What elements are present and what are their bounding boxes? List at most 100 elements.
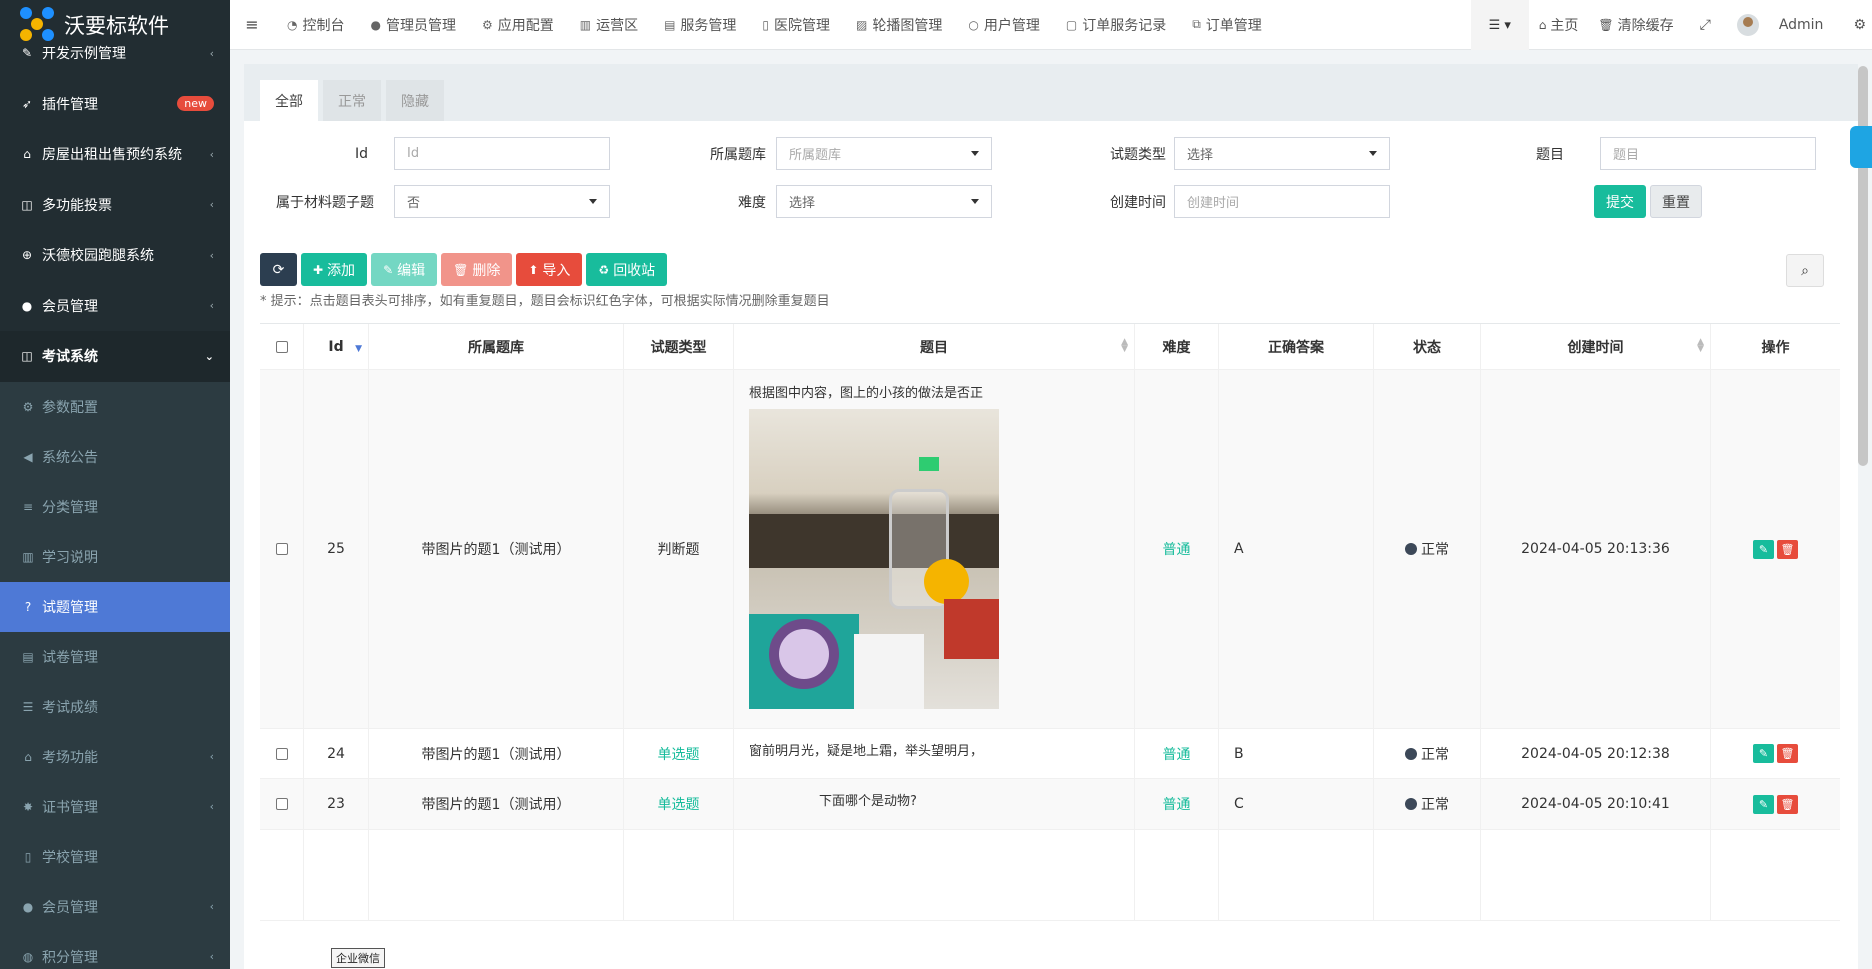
settings-icon[interactable]: ⚙ bbox=[1833, 17, 1872, 33]
sidebar-item-dev-examples[interactable]: ✎ 开发示例管理 ‹ bbox=[0, 28, 230, 79]
row-delete-button[interactable]: 🗑 bbox=[1777, 744, 1798, 763]
tab-normal[interactable]: 正常 bbox=[323, 80, 381, 121]
sidebar-item-members[interactable]: ● 会员管理 ‹ bbox=[0, 281, 230, 332]
refresh-button[interactable]: ⟳ bbox=[260, 253, 297, 286]
recycle-bin-button[interactable]: ♻ 回收站 bbox=[586, 253, 668, 286]
avatar bbox=[1736, 14, 1759, 36]
nav-carousel[interactable]: ▨ 轮播图管理 bbox=[843, 0, 955, 50]
row-status: 正常 bbox=[1421, 542, 1449, 558]
nav-users[interactable]: ○ 用户管理 bbox=[955, 0, 1052, 50]
tab-hidden[interactable]: 隐藏 bbox=[386, 80, 444, 121]
sidebar-item-voting[interactable]: ◫ 多功能投票 ‹ bbox=[0, 180, 230, 231]
add-button[interactable]: ✚ 添加 bbox=[301, 253, 368, 286]
row-checkbox[interactable] bbox=[275, 747, 288, 760]
col-difficulty[interactable]: 难度 bbox=[1135, 324, 1219, 369]
sidebar-subitem-params[interactable]: ⚙ 参数配置 bbox=[0, 381, 230, 432]
row-bank: 带图片的题1（测试用） bbox=[369, 729, 624, 778]
menu-dropdown-icon[interactable]: ☰ ▾ bbox=[1470, 0, 1529, 50]
nav-order-records[interactable]: ▢ 订单服务记录 bbox=[1053, 0, 1179, 50]
col-bank[interactable]: 所属题库 bbox=[369, 324, 624, 369]
col-id[interactable]: Id ▼ bbox=[304, 324, 369, 369]
nav-admins[interactable]: ● 管理员管理 bbox=[357, 0, 468, 50]
row-status-cell: 正常 bbox=[1374, 779, 1481, 829]
title-input[interactable]: 题目 bbox=[1600, 137, 1816, 170]
clone-icon: ⧉ bbox=[1192, 17, 1201, 31]
nav-hospitals[interactable]: ▯ 医院管理 bbox=[749, 0, 843, 50]
row-created: 2024-04-05 20:12:38 bbox=[1481, 729, 1711, 778]
sidebar-subitem-questions[interactable]: ? 试题管理 bbox=[0, 581, 230, 632]
reset-button[interactable]: 重置 bbox=[1650, 185, 1702, 218]
dashboard-icon: ◔ bbox=[287, 17, 298, 32]
sidebar-subitem-announcement[interactable]: ◀ 系统公告 bbox=[0, 431, 230, 482]
created-input[interactable]: 创建时间 bbox=[1174, 185, 1390, 218]
id-input[interactable]: Id bbox=[394, 137, 610, 170]
row-checkbox[interactable] bbox=[275, 798, 288, 810]
sort-icon: ▲ ▼ bbox=[1121, 337, 1128, 354]
hamburger-icon[interactable]: ≡ bbox=[230, 15, 274, 34]
sidebar-subitem-scores[interactable]: ☰ 考试成绩 bbox=[0, 681, 230, 732]
user-menu[interactable]: Admin bbox=[1727, 14, 1834, 36]
sidebar-subitem-schools[interactable]: ▯ 学校管理 bbox=[0, 831, 230, 882]
row-actions: ✎ 🗑 bbox=[1711, 370, 1840, 728]
sidebar-subitem-category[interactable]: ≡ 分类管理 bbox=[0, 481, 230, 532]
col-title[interactable]: 题目 ▲ ▼ bbox=[734, 324, 1135, 369]
edit-button[interactable]: ✎ 编辑 bbox=[371, 253, 438, 286]
type-select[interactable]: 选择 bbox=[1174, 137, 1390, 170]
sidebar-subitem-certificates[interactable]: ✸ 证书管理 ‹ bbox=[0, 781, 230, 832]
row-edit-button[interactable]: ✎ bbox=[1753, 794, 1774, 814]
nav-app-config[interactable]: ⚙ 应用配置 bbox=[469, 0, 567, 50]
sidebar-item-plugins[interactable]: ➶ 插件管理 new bbox=[0, 79, 230, 130]
row-edit-button[interactable]: ✎ bbox=[1753, 744, 1774, 763]
columns-icon: ◫ bbox=[21, 197, 33, 212]
row-bank: 带图片的题1（测试用） bbox=[369, 779, 624, 829]
nav-operation-area[interactable]: ▥ 运营区 bbox=[567, 0, 651, 50]
col-type[interactable]: 试题类型 bbox=[624, 324, 734, 369]
sidebar: 沃要标软件 ✎ 开发示例管理 ‹ ➶ 插件管理 new ⌂ 房屋出租出售预约系统 ‹ ◫ 多功… bbox=[0, 0, 230, 969]
recycle-icon: ♻ bbox=[598, 262, 610, 277]
select-all-checkbox[interactable] bbox=[275, 340, 288, 353]
import-button[interactable]: ⬆ 导入 bbox=[516, 253, 583, 286]
sidebar-subitem-points[interactable]: ◍ 积分管理 ‹ bbox=[0, 931, 230, 969]
row-edit-button[interactable]: ✎ bbox=[1753, 539, 1774, 559]
sidebar-subitem-members[interactable]: ● 会员管理 ‹ bbox=[0, 881, 230, 932]
tab-all[interactable]: 全部 bbox=[260, 80, 318, 121]
home-link[interactable]: ⌂ 主页 bbox=[1529, 15, 1589, 35]
material-select[interactable]: 否 bbox=[394, 185, 610, 218]
question-image[interactable] bbox=[749, 409, 999, 709]
sidebar-item-errand[interactable]: ⊕ 沃德校园跑腿系统 ‹ bbox=[0, 230, 230, 281]
user-icon: ● bbox=[21, 298, 33, 313]
row-select-cell bbox=[260, 370, 304, 728]
refresh-icon: ⟳ bbox=[272, 261, 285, 278]
col-status[interactable]: 状态 bbox=[1374, 324, 1481, 369]
sidebar-subitem-exam-room[interactable]: ⌂ 考场功能 ‹ bbox=[0, 731, 230, 782]
sidebar-item-housing[interactable]: ⌂ 房屋出租出售预约系统 ‹ bbox=[0, 129, 230, 180]
bank-select[interactable]: 所属题库 bbox=[776, 137, 992, 170]
col-created[interactable]: 创建时间 ▲ ▼ bbox=[1481, 324, 1711, 369]
search-icon: ⌕ bbox=[1801, 262, 1809, 279]
nav-services[interactable]: ▤ 服务管理 bbox=[651, 0, 749, 50]
col-answer[interactable]: 正确答案 bbox=[1219, 324, 1374, 369]
row-status: 正常 bbox=[1421, 797, 1449, 813]
cogs-icon: ⚙ bbox=[22, 399, 34, 414]
difficulty-label: 难度 bbox=[738, 194, 766, 211]
nav-orders[interactable]: ⧉ 订单管理 bbox=[1179, 0, 1275, 50]
difficulty-select[interactable]: 选择 bbox=[776, 185, 992, 218]
search-toggle-button[interactable]: ⌕ bbox=[1786, 254, 1824, 287]
sidebar-item-exam-system[interactable]: ◫ 考试系统 ⌄ bbox=[0, 331, 230, 382]
delete-button[interactable]: 🗑 删除 bbox=[441, 253, 513, 286]
chevron-left-icon: ‹ bbox=[209, 299, 214, 313]
select-all-cell bbox=[260, 324, 304, 369]
clear-cache-link[interactable]: 🗑 清除缓存 bbox=[1588, 15, 1683, 35]
row-title: 下面哪个是动物? bbox=[734, 779, 1135, 829]
sidebar-subitem-study[interactable]: ▥ 学习说明 bbox=[0, 531, 230, 582]
row-checkbox[interactable] bbox=[275, 543, 288, 555]
row-delete-button[interactable]: 🗑 bbox=[1777, 794, 1798, 814]
floating-link-button[interactable] bbox=[1850, 126, 1872, 168]
row-delete-button[interactable]: 🗑 bbox=[1777, 539, 1798, 559]
sidebar-subitem-papers[interactable]: ▤ 试卷管理 bbox=[0, 631, 230, 682]
building-icon: ▯ bbox=[24, 849, 32, 864]
submit-button[interactable]: 提交 bbox=[1594, 185, 1646, 218]
fullscreen-icon[interactable]: ⤢ bbox=[1684, 17, 1727, 33]
trash-icon: 🗑 bbox=[1780, 747, 1795, 760]
nav-dashboard[interactable]: ◔ 控制台 bbox=[274, 0, 357, 50]
